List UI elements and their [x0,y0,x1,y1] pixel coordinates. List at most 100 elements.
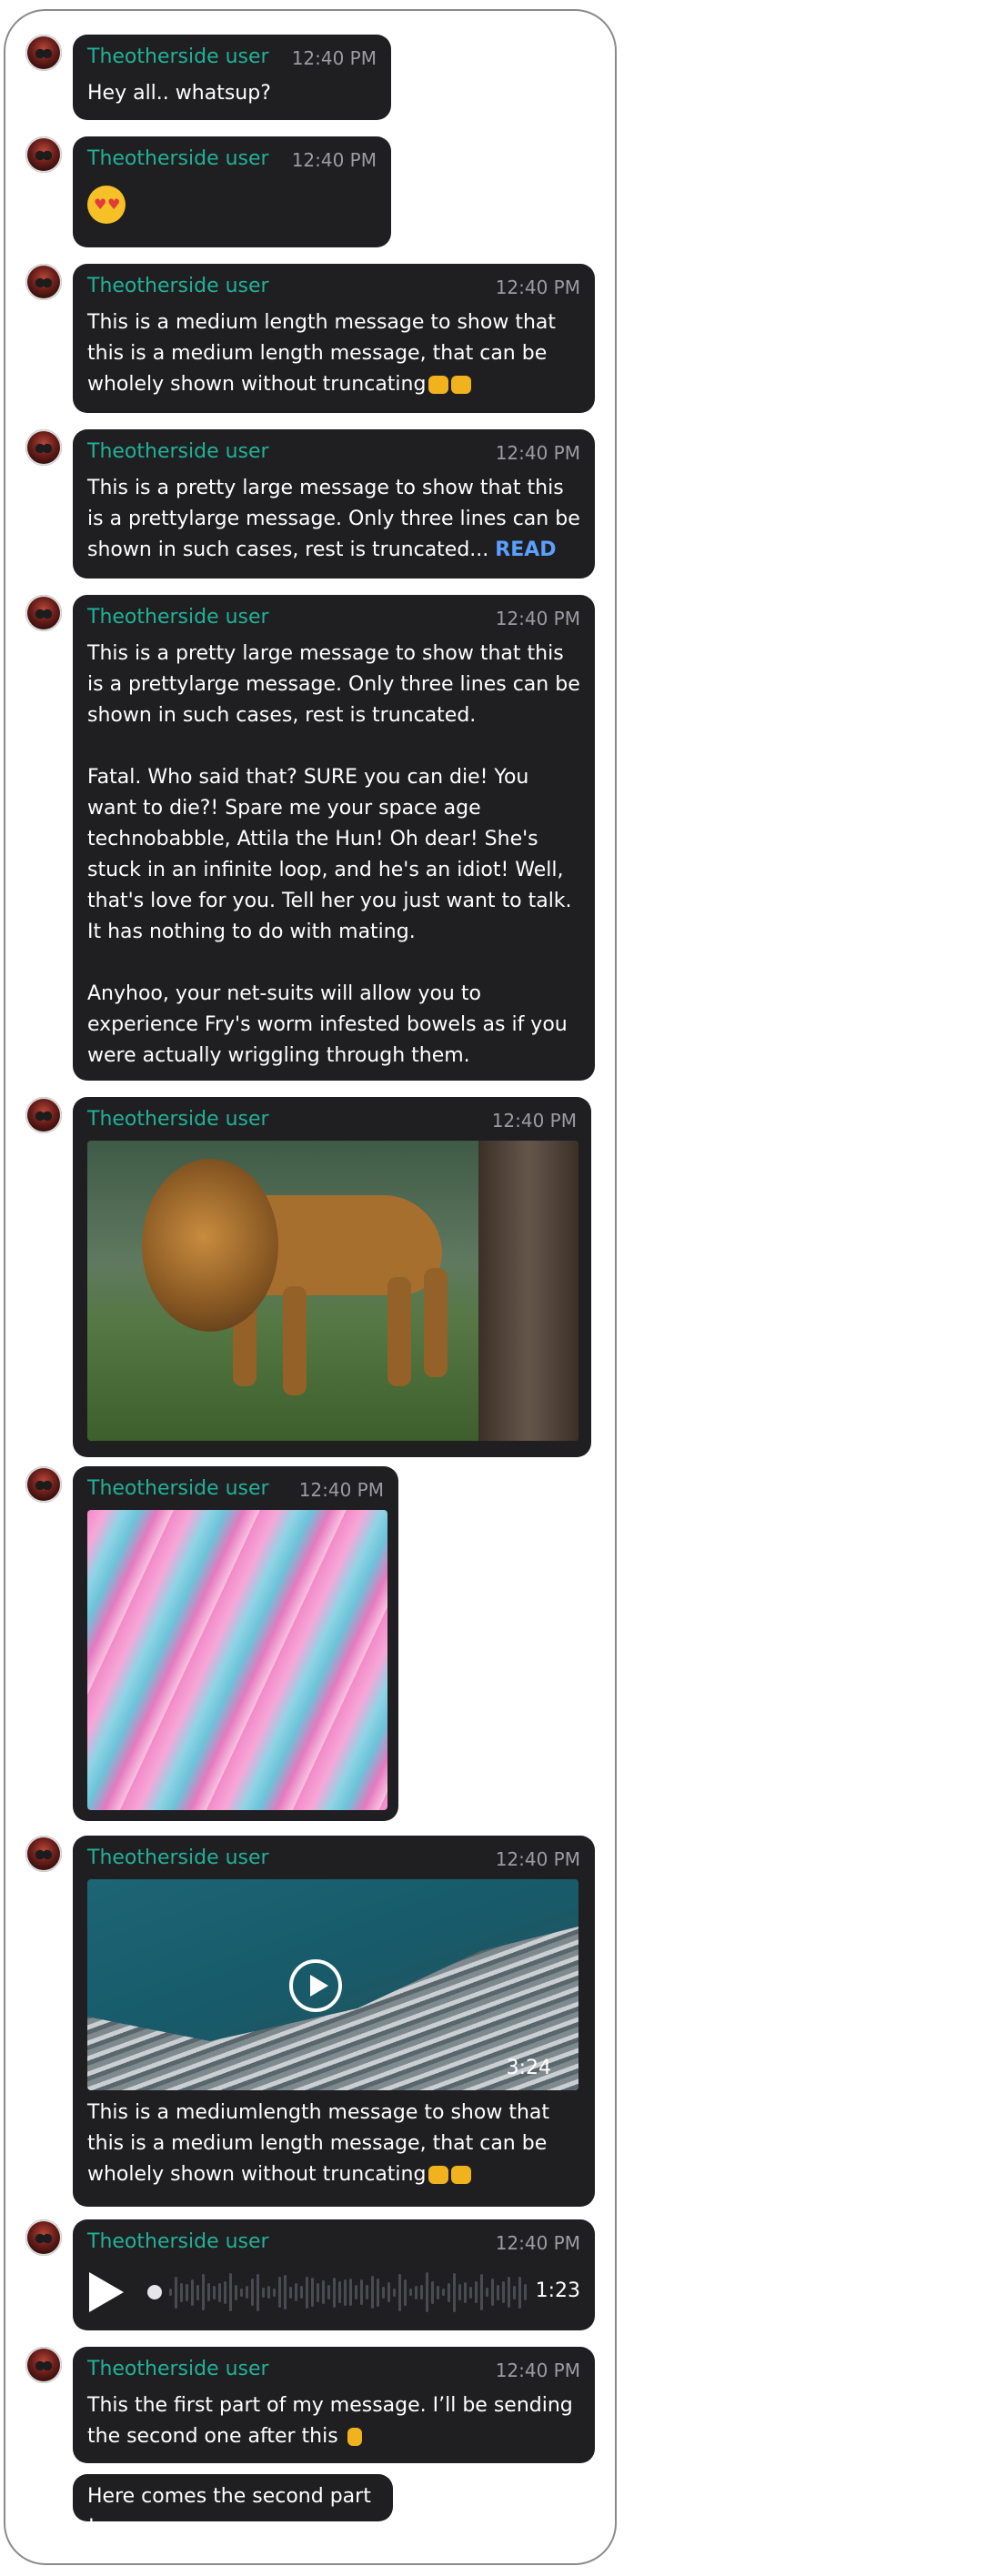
avatar[interactable] [25,136,62,173]
waveform[interactable] [169,2269,533,2316]
waveform-bar [382,2286,385,2299]
username[interactable]: Theotherside user [87,440,269,463]
message-bubble[interactable]: Theotherside user 12:40 PM This is a med… [73,264,595,413]
message-bubble[interactable]: Theotherside user 12:40 PM This is a pre… [73,429,595,579]
waveform-bar [251,2279,254,2306]
waveform-bar [267,2286,270,2299]
video-player[interactable]: 3:24 [87,1879,578,2090]
username[interactable]: Theotherside user [87,1108,269,1131]
waveform-bar [404,2279,407,2306]
waveform-bar [180,2282,183,2302]
waveform-bar [398,2273,401,2311]
username[interactable]: Theotherside user [87,1846,269,1869]
timestamp: 12:40 PM [495,1848,580,1870]
waveform-bar [497,2284,499,2300]
timestamp: 12:40 PM [298,1479,384,1501]
waveform-bar [207,2283,210,2301]
waveform-bar [186,2283,188,2301]
waveform-bar [409,2289,412,2296]
waveform-bar [327,2285,330,2299]
username[interactable]: Theotherside user [87,2230,269,2253]
waveform-bar [317,2282,319,2302]
waveform-bar [442,2289,445,2296]
timestamp: 12:40 PM [491,1110,577,1132]
audio-scrubber[interactable] [147,2285,162,2299]
avatar[interactable] [25,35,62,71]
fist-bump-emoji-icon [451,376,472,394]
waveform-bar [273,2288,276,2297]
waveform-bar [349,2279,352,2306]
message-paragraph: Anyhoo, your net-suits will allow you to… [87,982,568,1067]
message-bubble[interactable]: Theotherside user 12:40 PM 1:23 [73,2219,595,2330]
waveform-bar [420,2285,423,2299]
avatar[interactable] [25,1466,62,1503]
audio-player[interactable]: 1:23 [87,2263,580,2318]
fist-bump-emoji-icon [428,2166,449,2184]
username[interactable]: Theotherside user [87,2358,269,2380]
waveform-bar [175,2276,177,2309]
message-bubble[interactable]: Here comes the second part ! [73,2474,393,2539]
waveform-bar [469,2286,472,2299]
username[interactable]: Theotherside user [87,1477,269,1500]
message-bubble[interactable]: Theotherside user 12:40 PM Hey all.. wha… [73,35,391,120]
avatar[interactable] [25,1836,62,1872]
avatar[interactable] [25,595,62,631]
timestamp: 12:40 PM [495,442,580,464]
message-bubble[interactable]: Theotherside user 12:40 PM [73,1466,398,1821]
timestamp: 12:40 PM [495,277,580,298]
audio-duration: 1:23 [535,2279,580,2302]
waveform-bar [278,2277,281,2308]
timestamp: 12:40 PM [291,47,377,69]
read-more-link[interactable]: READ [495,538,556,561]
avatar[interactable] [25,264,62,300]
waveform-bar [431,2280,434,2304]
waveform-bar [311,2278,314,2307]
message-paragraph: This is a pretty large message to show t… [87,642,580,727]
waveform-bar [458,2284,461,2300]
waveform-bar [453,2272,456,2312]
username[interactable]: Theotherside user [87,45,269,68]
username[interactable]: Theotherside user [87,275,269,297]
lion-image[interactable] [87,1141,578,1441]
waveform-bar [262,2287,265,2298]
waveform-bar [491,2279,494,2306]
avatar[interactable] [25,2347,62,2383]
avatar[interactable] [25,429,62,466]
username[interactable]: Theotherside user [87,606,269,629]
abstract-image[interactable] [87,1510,387,1810]
waveform-bar [300,2286,303,2299]
waveform-bar [169,2289,172,2296]
waveform-bar [464,2281,467,2303]
avatar[interactable] [25,1097,62,1133]
waveform-bar [257,2273,259,2311]
waveform-bar [306,2276,308,2309]
message-bubble[interactable]: Theotherside user 12:40 PM This the firs… [73,2347,595,2463]
waveform-bar [218,2282,221,2302]
play-icon[interactable] [289,1959,342,2012]
message-bubble[interactable]: Theotherside user 12:40 PM 3:24 This is … [73,1836,595,2207]
message-bubble[interactable]: Theotherside user 12:40 PM ♥ ♥ [73,136,391,247]
waveform-bar [360,2279,363,2305]
message-bubble[interactable]: Theotherside user 12:40 PM [73,1097,591,1457]
timestamp: 12:40 PM [291,149,377,171]
waveform-bar [377,2278,379,2307]
waveform-bar [295,2283,297,2301]
waveform-bar [415,2285,417,2299]
message-bubble[interactable]: Theotherside user 12:40 PM This is a pre… [73,595,595,1081]
fist-bump-emoji-icon [428,376,449,394]
message-paragraph: Fatal. Who said that? SURE you can die! … [87,766,572,943]
waveform-bar [508,2277,510,2308]
waveform-bar [371,2276,374,2309]
waveform-bar [333,2277,336,2308]
pointing-down-emoji-icon [347,2428,362,2446]
waveform-bar [322,2280,325,2304]
waveform-bar [502,2281,505,2303]
play-icon[interactable] [89,2272,124,2312]
avatar[interactable] [25,2219,62,2256]
waveform-bar [224,2280,226,2304]
waveform-bar [513,2285,516,2299]
waveform-bar [213,2285,216,2299]
username[interactable]: Theotherside user [87,147,269,170]
message-text: This is a medium length message to show … [87,311,556,396]
waveform-bar [393,2288,396,2297]
